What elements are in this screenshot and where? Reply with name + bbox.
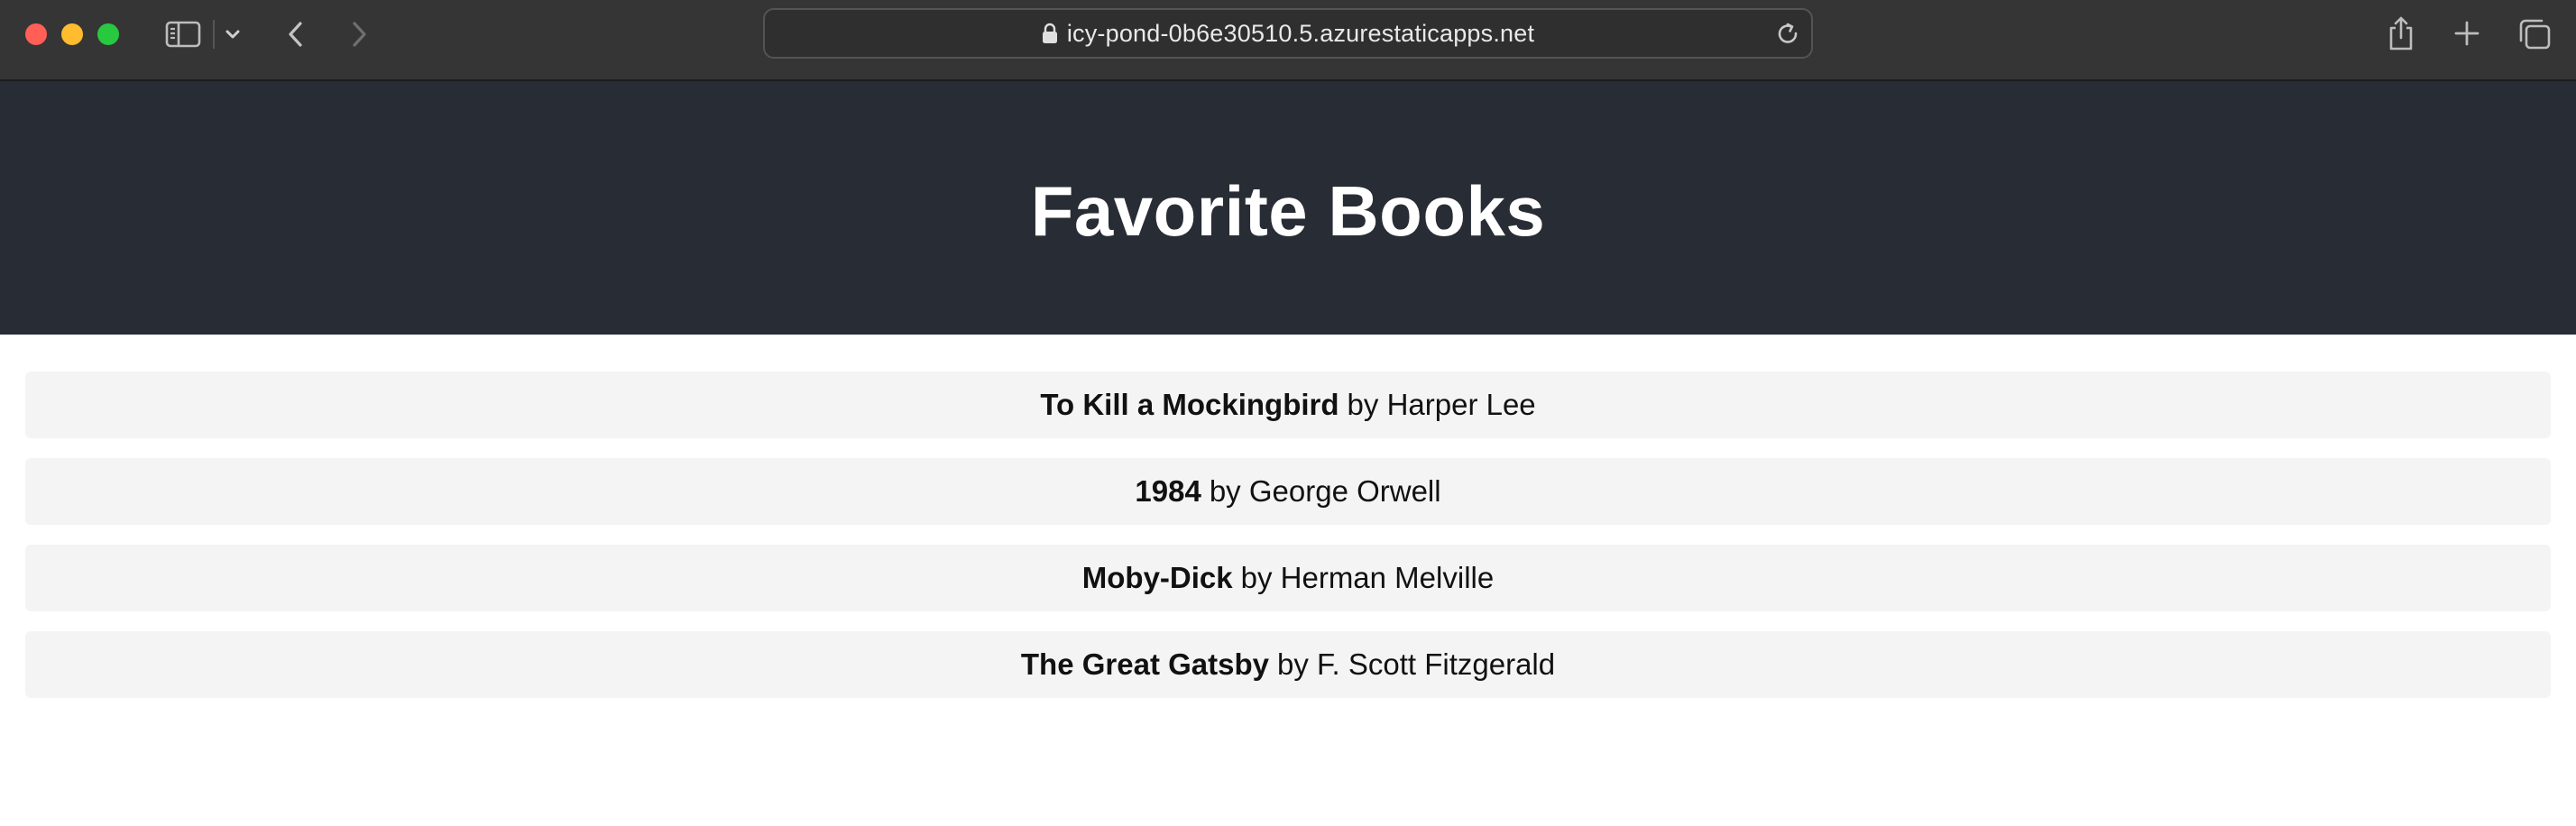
address-bar[interactable]: icy-pond-0b6e30510.5.azurestaticapps.net xyxy=(763,8,1813,59)
page-header: Favorite Books xyxy=(0,81,2576,335)
sidebar-toggle-button[interactable] xyxy=(164,18,202,50)
share-button[interactable] xyxy=(2385,14,2417,52)
plus-icon xyxy=(2454,21,2479,46)
book-author: by George Orwell xyxy=(1209,474,1441,508)
chevron-down-icon xyxy=(225,30,240,39)
lock-icon xyxy=(1042,23,1058,44)
share-icon xyxy=(2389,16,2413,50)
tab-overview-button[interactable] xyxy=(2516,16,2553,52)
reload-button[interactable] xyxy=(1775,21,1802,48)
toolbar-divider xyxy=(213,20,215,49)
book-title: The Great Gatsby xyxy=(1020,647,1269,681)
new-tab-button[interactable] xyxy=(2450,16,2484,50)
book-title: Moby-Dick xyxy=(1081,561,1233,594)
tabs-overview-icon xyxy=(2519,19,2551,50)
back-arrow-icon xyxy=(289,22,302,47)
url-text: icy-pond-0b6e30510.5.azurestaticapps.net xyxy=(1066,19,1535,47)
window-minimize-button[interactable] xyxy=(61,23,83,45)
book-list: To Kill a Mockingbird by Harper Lee 1984 b… xyxy=(25,372,2551,718)
page-title: Favorite Books xyxy=(1030,171,1546,251)
book-item: The Great Gatsby by F. Scott Fitzgerald xyxy=(25,631,2551,698)
window-maximize-button[interactable] xyxy=(97,23,119,45)
reload-icon xyxy=(1778,23,1798,43)
window-close-button[interactable] xyxy=(25,23,47,45)
book-item: To Kill a Mockingbird by Harper Lee xyxy=(25,372,2551,438)
book-author: by Harper Lee xyxy=(1347,388,1536,421)
book-title: 1984 xyxy=(1135,474,1201,508)
forward-button[interactable] xyxy=(343,18,375,50)
browser-toolbar: icy-pond-0b6e30510.5.azurestaticapps.net xyxy=(0,0,2576,81)
book-author: by F. Scott Fitzgerald xyxy=(1276,647,1556,681)
book-author: by Herman Melville xyxy=(1240,561,1495,594)
back-button[interactable] xyxy=(280,18,312,50)
book-title: To Kill a Mockingbird xyxy=(1040,388,1339,421)
forward-arrow-icon xyxy=(353,22,366,47)
sidebar-icon xyxy=(165,21,201,48)
sidebar-menu-button[interactable] xyxy=(222,23,244,45)
book-item: 1984 by George Orwell xyxy=(25,458,2551,525)
book-item: Moby-Dick by Herman Melville xyxy=(25,545,2551,611)
